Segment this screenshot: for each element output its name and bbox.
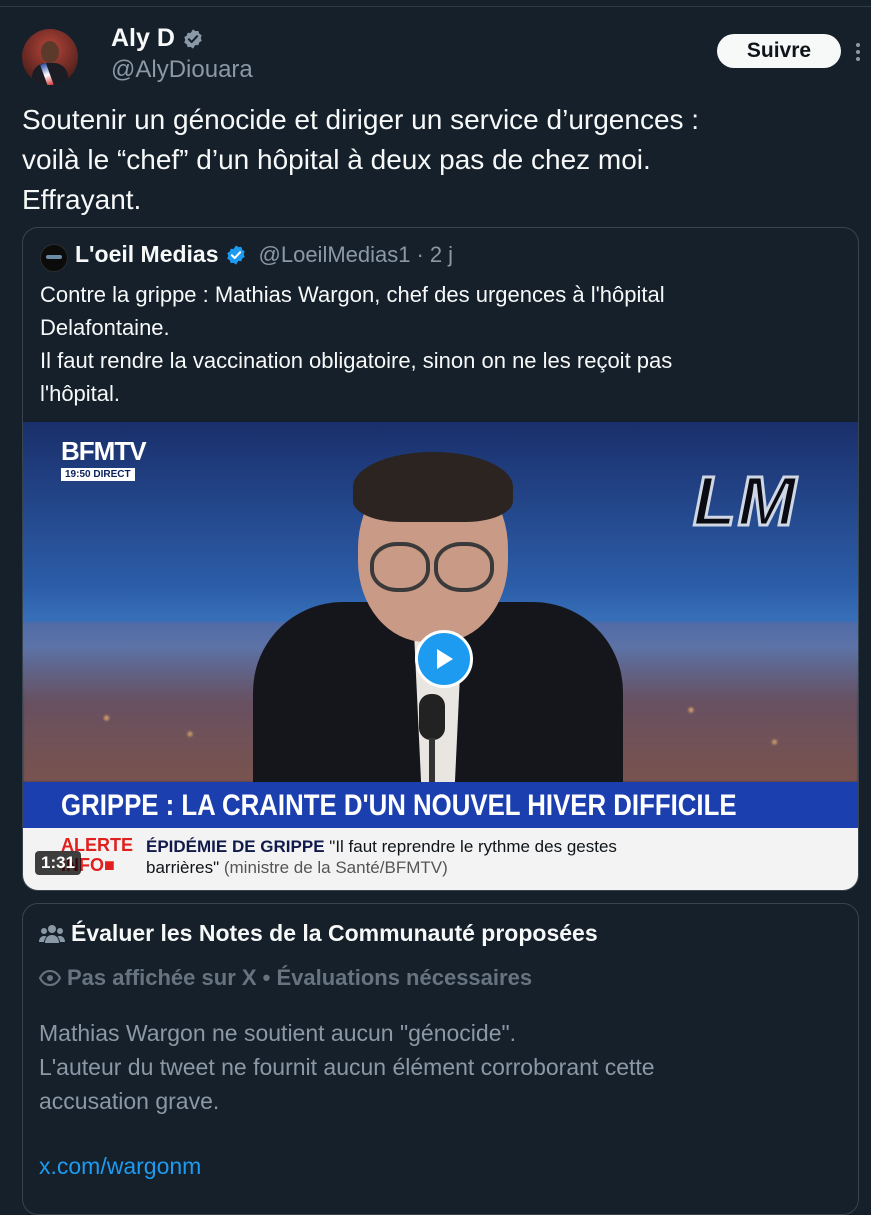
community-note-header: Évaluer les Notes de la Communauté propo…	[39, 920, 598, 947]
community-note-link[interactable]: x.com/wargonm	[39, 1153, 201, 1180]
quote-text-line: Delafontaine.	[40, 315, 170, 340]
quote-timestamp[interactable]: 2 j	[430, 242, 453, 268]
author-handle[interactable]: @AlyDiouara	[111, 56, 253, 84]
tweet-text-line: voilà le “chef” d’un hôpital à deux pas …	[22, 144, 651, 175]
ticker-quote: "Il faut reprendre le rythme des gestes	[329, 837, 617, 856]
people-icon	[39, 924, 65, 943]
community-note-title[interactable]: Évaluer les Notes de la Communauté propo…	[71, 920, 598, 947]
ticker-source: (ministre de la Santé/BFMTV)	[223, 858, 448, 877]
quote-separator: ·	[416, 241, 424, 267]
follow-button[interactable]: Suivre	[717, 34, 841, 68]
quote-header: L'oeil Medias @LoeilMedias1 · 2 j	[75, 241, 453, 268]
news-banner-text: GRIPPE : LA CRAINTE D'UN NOUVEL HIVER DI…	[61, 789, 737, 822]
community-note-status: Pas affichée sur X • Évaluations nécessa…	[39, 965, 532, 991]
author-name-row: Aly D	[111, 24, 204, 53]
quote-text-line: l'hôpital.	[40, 381, 121, 406]
microphone	[419, 694, 445, 740]
quote-text-line: Il faut rendre la vaccination obligatoir…	[40, 348, 673, 373]
quoted-tweet[interactable]: L'oeil Medias @LoeilMedias1 · 2 j Contre…	[22, 227, 859, 891]
ticker-text: ÉPIDÉMIE DE GRIPPE "Il faut reprendre le…	[146, 836, 766, 878]
author-name[interactable]: Aly D	[111, 24, 175, 53]
quote-text-line: Contre la grippe : Mathias Wargon, chef …	[40, 282, 665, 307]
live-time-badge: 19:50 DIRECT	[61, 468, 135, 481]
quote-author-name[interactable]: L'oeil Medias	[75, 241, 219, 268]
news-banner: GRIPPE : LA CRAINTE D'UN NOUVEL HIVER DI…	[23, 782, 858, 828]
channel-logo-text: BFMTV	[61, 436, 147, 466]
more-options-icon[interactable]	[850, 40, 866, 64]
top-divider	[0, 6, 871, 7]
eye-icon	[39, 970, 61, 986]
verified-badge-icon	[184, 28, 202, 49]
play-icon[interactable]	[415, 630, 473, 688]
video-duration: 1:31	[35, 851, 82, 875]
tweet-text-line: Effrayant.	[22, 184, 142, 215]
quote-author-handle[interactable]: @LoeilMedias1	[259, 242, 411, 268]
ticker-quote: barrières"	[146, 858, 220, 877]
note-body-line: Mathias Wargon ne soutient aucun "génoci…	[39, 1020, 517, 1046]
community-note-body: Mathias Wargon ne soutient aucun "génoci…	[39, 1016, 839, 1118]
quote-text: Contre la grippe : Mathias Wargon, chef …	[40, 278, 840, 410]
note-body-line: L'auteur du tweet ne fournit aucun éléme…	[39, 1054, 655, 1080]
author-avatar[interactable]	[22, 29, 78, 85]
community-note-status-text: Pas affichée sur X • Évaluations nécessa…	[67, 965, 533, 990]
community-note[interactable]: Évaluer les Notes de la Communauté propo…	[22, 903, 859, 1215]
ticker-topic: ÉPIDÉMIE DE GRIPPE	[146, 837, 325, 856]
channel-logo: BFMTV 19:50 DIRECT	[61, 436, 147, 482]
note-body-line: accusation grave.	[39, 1088, 220, 1114]
tweet-text: Soutenir un génocide et diriger un servi…	[22, 100, 852, 220]
watermark-logo: LM	[691, 462, 799, 540]
quote-avatar[interactable]	[40, 244, 68, 272]
tweet-text-line: Soutenir un génocide et diriger un servi…	[22, 104, 700, 135]
verified-badge-icon	[226, 244, 245, 265]
video-player[interactable]: BFMTV 19:50 DIRECT LM GRIPPE : LA CRAINT…	[23, 422, 858, 890]
news-ticker: ALERTE INFO■ ÉPIDÉMIE DE GRIPPE "Il faut…	[23, 828, 858, 890]
